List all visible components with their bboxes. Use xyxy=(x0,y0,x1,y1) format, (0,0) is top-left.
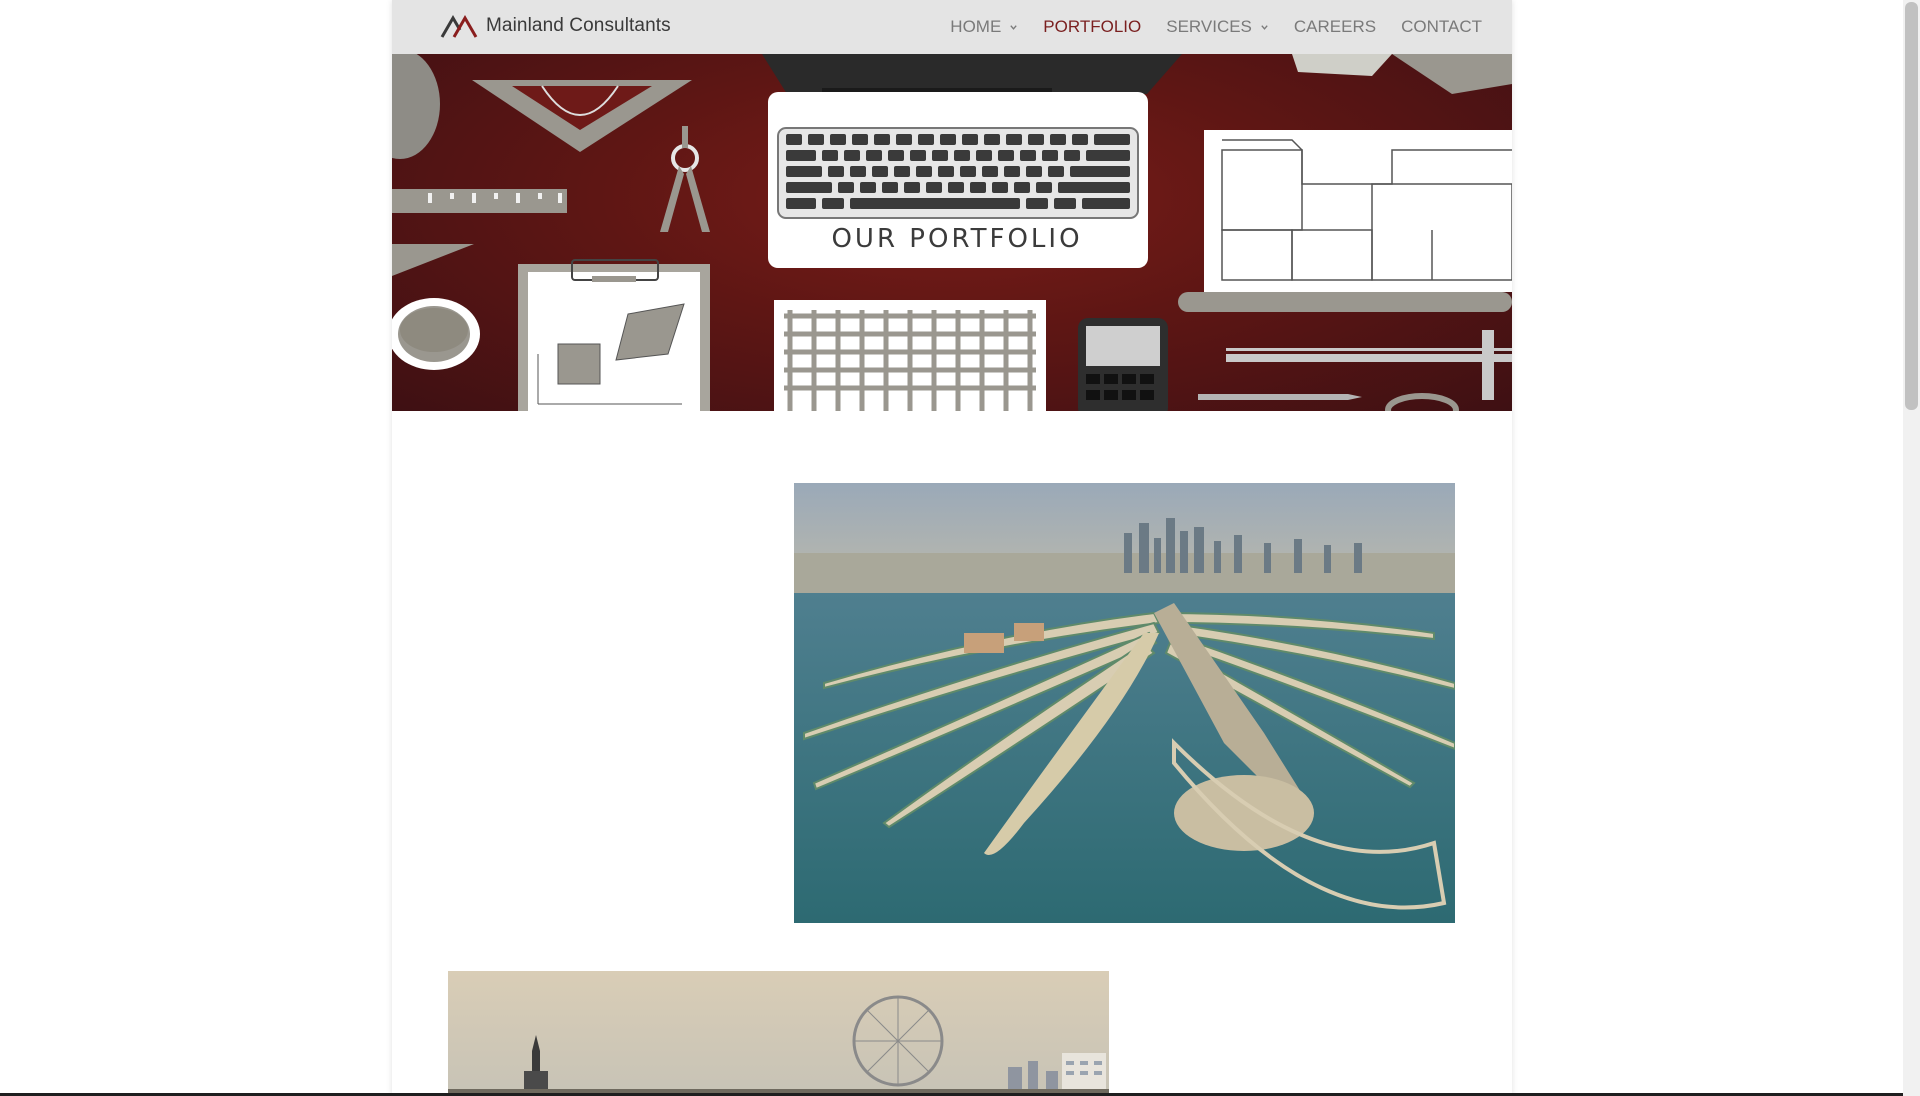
nav-careers[interactable]: CAREERS xyxy=(1294,17,1376,37)
london-skyline-photo xyxy=(448,971,1109,1096)
main-nav: HOME PORTFOLIO SERVICES CAREERS CONTACT xyxy=(950,0,1482,54)
nav-services[interactable]: SERVICES xyxy=(1166,17,1269,37)
nav-contact[interactable]: CONTACT xyxy=(1401,17,1482,37)
hero-banner: OUR PORTFOLIO xyxy=(392,54,1512,411)
nav-home-label: HOME xyxy=(950,17,1002,36)
nav-portfolio[interactable]: PORTFOLIO xyxy=(1043,17,1141,37)
chevron-down-icon xyxy=(1261,24,1268,30)
hero-title: OUR PORTFOLIO xyxy=(831,224,1083,254)
nav-portfolio-label: PORTFOLIO xyxy=(1043,17,1142,36)
browser-viewport: Mainland Consultants HOME PORTFOLIO SERV… xyxy=(0,0,1920,1096)
nav-home[interactable]: HOME xyxy=(950,17,1018,37)
site-header: Mainland Consultants HOME PORTFOLIO SERV… xyxy=(392,0,1512,54)
portfolio-image-london[interactable] xyxy=(448,971,1109,1096)
nav-services-label: SERVICES xyxy=(1166,17,1252,36)
scrollbar-thumb[interactable] xyxy=(1905,2,1918,410)
chevron-down-icon xyxy=(1010,24,1018,30)
page-scrollbar[interactable] xyxy=(1903,0,1920,1096)
portfolio-image-palm-island[interactable] xyxy=(794,483,1455,923)
page-container: Mainland Consultants HOME PORTFOLIO SERV… xyxy=(392,0,1512,1096)
nav-careers-label: CAREERS xyxy=(1293,17,1377,36)
logo-text: Mainland Consultants xyxy=(486,15,671,36)
palm-island-photo xyxy=(794,483,1455,923)
nav-contact-label: CONTACT xyxy=(1401,17,1482,36)
site-logo[interactable]: Mainland Consultants xyxy=(440,12,671,40)
mountain-logo-icon xyxy=(440,15,478,38)
